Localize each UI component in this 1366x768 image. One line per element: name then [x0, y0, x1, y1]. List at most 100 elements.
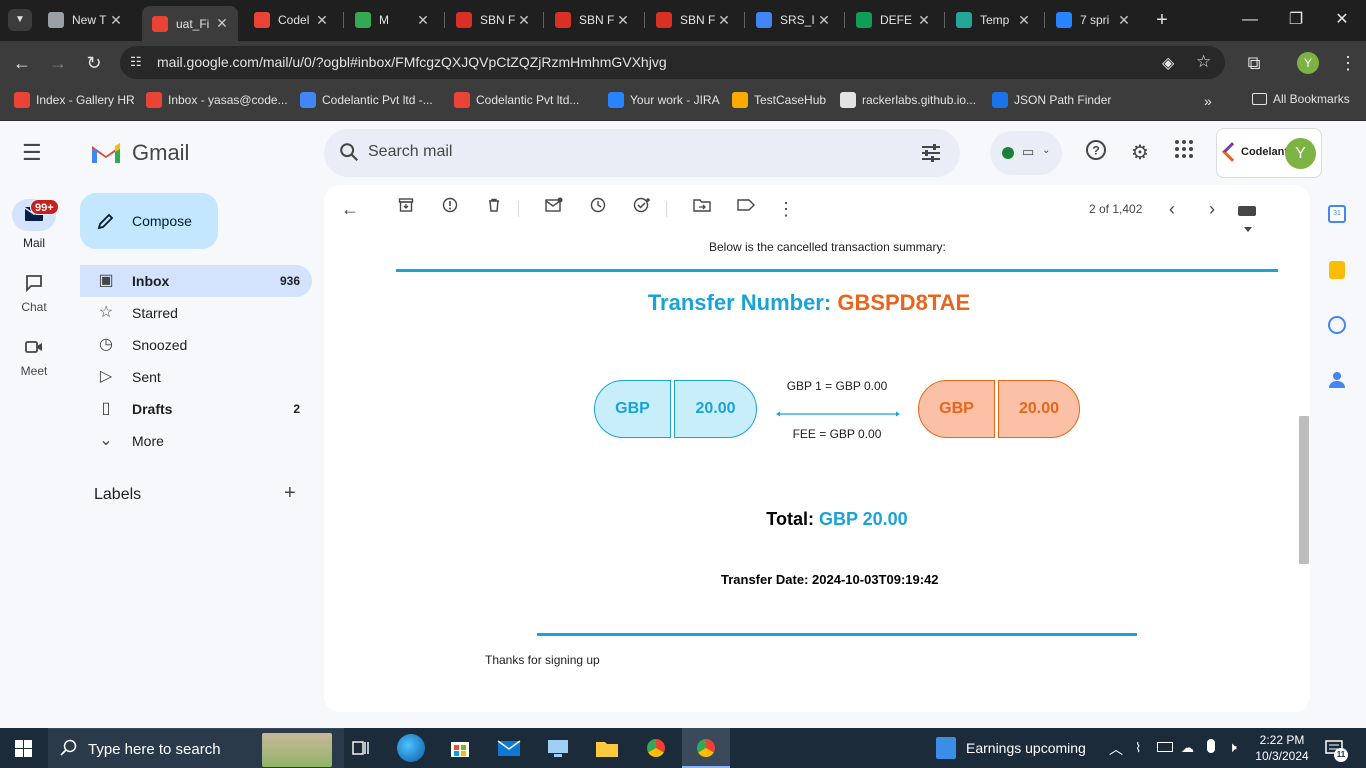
- nav-item-snoozed[interactable]: ◷ Snoozed: [80, 329, 312, 361]
- browser-tab[interactable]: SBN F ✕: [646, 8, 740, 32]
- site-info-icon[interactable]: ☷: [130, 54, 148, 72]
- main-menu-icon[interactable]: ☰: [22, 141, 46, 165]
- news-widget[interactable]: Earnings upcoming: [936, 736, 1086, 760]
- back-button[interactable]: ←: [10, 51, 34, 75]
- browser-tab[interactable]: DEFE ✕: [846, 8, 940, 32]
- speaker-icon[interactable]: 🕨: [1228, 739, 1237, 756]
- browser-tab[interactable]: Codel ✕: [244, 8, 338, 32]
- bookmark-item[interactable]: Codelantic Pvt ltd -...: [300, 92, 433, 108]
- input-tools-icon[interactable]: [1238, 203, 1270, 232]
- browser-tab[interactable]: New T ✕: [38, 8, 132, 32]
- browser-tab[interactable]: M ✕: [345, 8, 439, 32]
- cast-icon[interactable]: ◈: [1162, 53, 1174, 73]
- more-actions-icon[interactable]: ⋮: [774, 197, 798, 221]
- all-bookmarks[interactable]: All Bookmarks: [1252, 92, 1350, 106]
- contacts-icon[interactable]: [1329, 371, 1345, 389]
- restore-button[interactable]: ❐: [1284, 8, 1308, 32]
- account-switcher[interactable]: Codelantic Y: [1216, 128, 1322, 178]
- status-selector[interactable]: ▭ ⌄: [990, 131, 1062, 175]
- gmail-logo[interactable]: Gmail: [90, 139, 189, 167]
- tab-close-icon[interactable]: ✕: [615, 12, 631, 29]
- bookmark-item[interactable]: Your work - JIRA: [608, 92, 720, 108]
- tab-search-button[interactable]: ▼: [8, 9, 32, 31]
- add-to-tasks-icon[interactable]: [630, 197, 654, 221]
- nav-item-more[interactable]: ⌄ More: [80, 425, 312, 457]
- show-hidden-icons[interactable]: ︿: [1109, 739, 1123, 759]
- help-icon[interactable]: ?: [1082, 139, 1110, 167]
- bookmark-item[interactable]: Codelantic Pvt ltd...: [454, 92, 579, 108]
- nav-item-sent[interactable]: ▷ Sent: [80, 361, 312, 393]
- apps-grid-icon[interactable]: [1170, 139, 1198, 167]
- add-label-icon[interactable]: +: [284, 483, 304, 503]
- close-window-button[interactable]: ✕: [1330, 8, 1354, 32]
- tab-close-icon[interactable]: ✕: [214, 15, 230, 32]
- settings-gear-icon[interactable]: ⚙: [1126, 139, 1154, 167]
- tab-close-icon[interactable]: ✕: [716, 12, 732, 29]
- rail-chat[interactable]: Chat: [0, 271, 68, 319]
- account-avatar[interactable]: Y: [1285, 138, 1316, 169]
- search-icon[interactable]: [338, 141, 362, 165]
- bookmark-star-icon[interactable]: ☆: [1196, 52, 1211, 72]
- microphone-icon[interactable]: [1207, 739, 1215, 753]
- back-to-inbox-icon[interactable]: ←: [338, 197, 362, 221]
- browser-tab[interactable]: SRS_I ✕: [746, 8, 840, 32]
- weather-icon[interactable]: ☁: [1181, 740, 1194, 756]
- tab-close-icon[interactable]: ✕: [1016, 12, 1032, 29]
- bookmark-item[interactable]: rackerlabs.github.io...: [840, 92, 976, 108]
- search-options-icon[interactable]: [920, 142, 942, 164]
- nav-item-inbox[interactable]: ▣ Inbox 936: [80, 265, 312, 297]
- calendar-icon[interactable]: 31: [1328, 205, 1346, 223]
- browser-tab[interactable]: 7 spri ✕: [1046, 8, 1140, 32]
- rail-mail[interactable]: 99+ Mail: [0, 199, 68, 255]
- store-icon[interactable]: [446, 734, 474, 762]
- browser-tab[interactable]: SBN F ✕: [545, 8, 639, 32]
- tab-close-icon[interactable]: ✕: [415, 12, 431, 29]
- label-icon[interactable]: [734, 197, 758, 221]
- new-tab-button[interactable]: +: [1150, 8, 1174, 32]
- report-spam-icon[interactable]: [438, 197, 462, 221]
- scrollbar-thumb[interactable]: [1299, 416, 1309, 564]
- minimize-button[interactable]: —: [1238, 8, 1262, 32]
- file-explorer-icon[interactable]: [593, 734, 621, 762]
- forward-button[interactable]: →: [46, 51, 70, 75]
- older-message-icon[interactable]: ›: [1200, 197, 1224, 221]
- newer-message-icon[interactable]: ‹: [1160, 197, 1184, 221]
- extensions-icon[interactable]: ⧉: [1242, 51, 1266, 75]
- profile-avatar[interactable]: Y: [1297, 52, 1319, 74]
- search-input[interactable]: Search mail: [368, 143, 452, 161]
- tab-close-icon[interactable]: ✕: [516, 12, 532, 29]
- tab-close-icon[interactable]: ✕: [314, 12, 330, 29]
- bookmark-item[interactable]: JSON Path Finder: [992, 92, 1111, 108]
- chrome-active-icon[interactable]: [692, 734, 720, 762]
- browser-tab[interactable]: Temp ✕: [946, 8, 1040, 32]
- compose-button[interactable]: Compose: [80, 193, 218, 249]
- tab-close-icon[interactable]: ✕: [108, 12, 124, 29]
- nav-item-drafts[interactable]: ▯ Drafts 2: [80, 393, 312, 425]
- bookmark-item[interactable]: Inbox - yasas@code...: [146, 92, 288, 108]
- tasks-icon[interactable]: [1328, 316, 1346, 334]
- nav-item-starred[interactable]: ☆ Starred: [80, 297, 312, 329]
- tab-close-icon[interactable]: ✕: [916, 12, 932, 29]
- browser-menu-icon[interactable]: ⋮: [1336, 51, 1360, 75]
- bookmarks-overflow-icon[interactable]: »: [1204, 93, 1212, 109]
- tab-close-icon[interactable]: ✕: [1116, 12, 1132, 29]
- snooze-icon[interactable]: [586, 197, 610, 221]
- taskbar-search[interactable]: Type here to search: [48, 728, 344, 768]
- edge-icon[interactable]: [397, 734, 425, 762]
- keep-icon[interactable]: [1329, 261, 1345, 279]
- windows-start-icon[interactable]: [15, 740, 32, 757]
- delete-icon[interactable]: [482, 197, 506, 221]
- task-view-icon[interactable]: [346, 734, 374, 762]
- rail-meet[interactable]: Meet: [0, 335, 68, 383]
- mail-app-icon[interactable]: [495, 734, 523, 762]
- move-to-icon[interactable]: [690, 197, 714, 221]
- browser-tab[interactable]: SBN F ✕: [446, 8, 540, 32]
- network-icon[interactable]: ⌇: [1135, 740, 1141, 756]
- reload-button[interactable]: ↻: [82, 51, 106, 75]
- mark-unread-icon[interactable]: [542, 197, 566, 221]
- browser-tab[interactable]: uat_Fi ✕: [142, 6, 238, 41]
- tab-close-icon[interactable]: ✕: [816, 12, 832, 29]
- battery-icon[interactable]: [1157, 742, 1173, 752]
- address-bar[interactable]: ☷ mail.google.com/mail/u/0/?ogbl#inbox/F…: [120, 46, 1225, 79]
- clock[interactable]: 2:22 PM 10/3/2024: [1250, 732, 1314, 764]
